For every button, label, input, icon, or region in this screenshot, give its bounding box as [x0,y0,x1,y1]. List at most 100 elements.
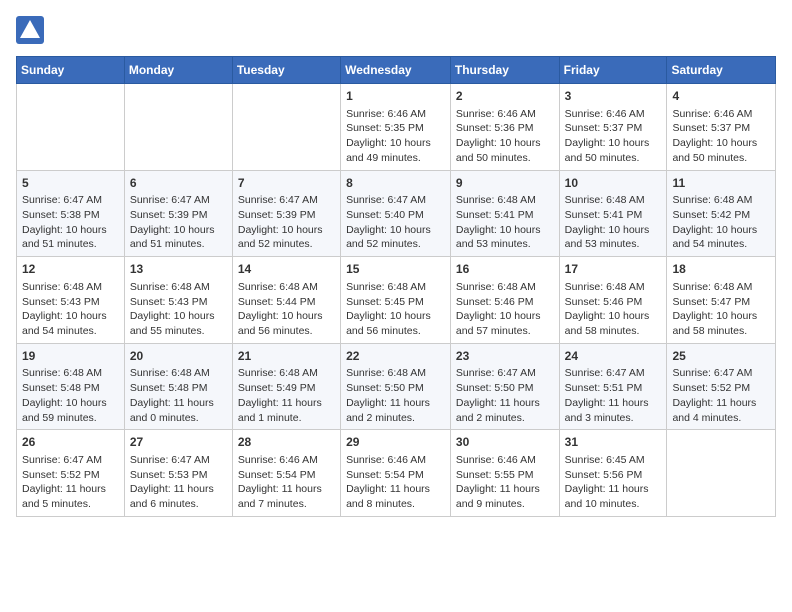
day-info: Sunrise: 6:48 AM Sunset: 5:48 PM Dayligh… [22,366,119,425]
table-row: 13 Sunrise: 6:48 AM Sunset: 5:43 PM Dayli… [124,257,232,344]
day-number: 27 [130,434,227,451]
day-number: 11 [672,175,770,192]
day-number: 6 [130,175,227,192]
day-info: Sunrise: 6:46 AM Sunset: 5:54 PM Dayligh… [346,453,445,512]
day-number: 20 [130,348,227,365]
day-number: 22 [346,348,445,365]
day-info: Sunrise: 6:48 AM Sunset: 5:43 PM Dayligh… [22,280,119,339]
day-info: Sunrise: 6:47 AM Sunset: 5:53 PM Dayligh… [130,453,227,512]
day-info: Sunrise: 6:47 AM Sunset: 5:52 PM Dayligh… [672,366,770,425]
day-info: Sunrise: 6:47 AM Sunset: 5:38 PM Dayligh… [22,193,119,252]
day-number: 23 [456,348,554,365]
table-row: 19Sunrise: 6:48 AM Sunset: 5:48 PM Dayli… [17,343,125,430]
day-number: 7 [238,175,335,192]
calendar-table: SundayMondayTuesdayWednesdayThursdayFrid… [16,56,776,517]
table-row [667,430,776,517]
day-info: Sunrise: 6:45 AM Sunset: 5:56 PM Dayligh… [565,453,662,512]
table-row: 7Sunrise: 6:47 AM Sunset: 5:39 PM Daylig… [232,170,340,257]
table-row: 2 Sunrise: 6:46 AM Sunset: 5:36 PM Daylig… [450,84,559,171]
day-info: Sunrise: 6:48 AM Sunset: 5:41 PM Dayligh… [456,193,554,252]
day-number: 16 [456,261,554,278]
day-number: 17 [565,261,662,278]
day-number: 10 [565,175,662,192]
table-row: 30 Sunrise: 6:46 AM Sunset: 5:55 PM Dayli… [450,430,559,517]
day-number: 8 [346,175,445,192]
day-info: Sunrise: 6:48 AM Sunset: 5:41 PM Dayligh… [565,193,662,252]
day-info: Sunrise: 6:46 AM Sunset: 5:37 PM Dayligh… [565,107,662,166]
day-info: Sunrise: 6:48 AM Sunset: 5:43 PM Dayligh… [130,280,227,339]
day-number: 1 [346,88,445,105]
day-info: Sunrise: 6:46 AM Sunset: 5:37 PM Dayligh… [672,107,770,166]
day-info: Sunrise: 6:48 AM Sunset: 5:45 PM Dayligh… [346,280,445,339]
day-info: Sunrise: 6:48 AM Sunset: 5:50 PM Dayligh… [346,366,445,425]
day-number: 31 [565,434,662,451]
page-header [16,16,776,44]
day-number: 9 [456,175,554,192]
day-info: Sunrise: 6:48 AM Sunset: 5:44 PM Dayligh… [238,280,335,339]
day-info: Sunrise: 6:48 AM Sunset: 5:48 PM Dayligh… [130,366,227,425]
table-row [232,84,340,171]
table-row: 5Sunrise: 6:47 AM Sunset: 5:38 PM Daylig… [17,170,125,257]
day-number: 14 [238,261,335,278]
table-row: 14 Sunrise: 6:48 AM Sunset: 5:44 PM Dayli… [232,257,340,344]
day-number: 26 [22,434,119,451]
table-row: 9Sunrise: 6:48 AM Sunset: 5:41 PM Daylig… [450,170,559,257]
day-number: 13 [130,261,227,278]
day-number: 29 [346,434,445,451]
table-row: 3 Sunrise: 6:46 AM Sunset: 5:37 PM Daylig… [559,84,667,171]
table-row: 18Sunrise: 6:48 AM Sunset: 5:47 PM Dayli… [667,257,776,344]
day-number: 24 [565,348,662,365]
table-row: 28 Sunrise: 6:46 AM Sunset: 5:54 PM Dayli… [232,430,340,517]
day-info: Sunrise: 6:47 AM Sunset: 5:40 PM Dayligh… [346,193,445,252]
table-row: 11Sunrise: 6:48 AM Sunset: 5:42 PM Dayli… [667,170,776,257]
col-header-thursday: Thursday [450,57,559,84]
table-row: 24Sunrise: 6:47 AM Sunset: 5:51 PM Dayli… [559,343,667,430]
table-row: 4 Sunrise: 6:46 AM Sunset: 5:37 PM Daylig… [667,84,776,171]
col-header-monday: Monday [124,57,232,84]
day-info: Sunrise: 6:47 AM Sunset: 5:50 PM Dayligh… [456,366,554,425]
table-row: 15 Sunrise: 6:48 AM Sunset: 5:45 PM Dayli… [341,257,451,344]
day-number: 30 [456,434,554,451]
table-row: 25Sunrise: 6:47 AM Sunset: 5:52 PM Dayli… [667,343,776,430]
table-row: 10Sunrise: 6:48 AM Sunset: 5:41 PM Dayli… [559,170,667,257]
day-number: 25 [672,348,770,365]
day-number: 18 [672,261,770,278]
day-info: Sunrise: 6:46 AM Sunset: 5:36 PM Dayligh… [456,107,554,166]
day-number: 28 [238,434,335,451]
table-row: 23Sunrise: 6:47 AM Sunset: 5:50 PM Dayli… [450,343,559,430]
table-row: 1Sunrise: 6:46 AM Sunset: 5:35 PM Daylig… [341,84,451,171]
day-info: Sunrise: 6:48 AM Sunset: 5:46 PM Dayligh… [565,280,662,339]
table-row: 31 Sunrise: 6:45 AM Sunset: 5:56 PM Dayli… [559,430,667,517]
day-number: 4 [672,88,770,105]
day-number: 2 [456,88,554,105]
col-header-wednesday: Wednesday [341,57,451,84]
day-number: 3 [565,88,662,105]
day-number: 21 [238,348,335,365]
day-info: Sunrise: 6:46 AM Sunset: 5:55 PM Dayligh… [456,453,554,512]
table-row [124,84,232,171]
table-row: 21Sunrise: 6:48 AM Sunset: 5:49 PM Dayli… [232,343,340,430]
table-row: 27 Sunrise: 6:47 AM Sunset: 5:53 PM Dayli… [124,430,232,517]
col-header-friday: Friday [559,57,667,84]
day-info: Sunrise: 6:47 AM Sunset: 5:39 PM Dayligh… [238,193,335,252]
day-number: 15 [346,261,445,278]
day-number: 19 [22,348,119,365]
day-info: Sunrise: 6:48 AM Sunset: 5:46 PM Dayligh… [456,280,554,339]
logo-icon [16,16,44,44]
day-number: 5 [22,175,119,192]
logo [16,16,48,44]
table-row: 22Sunrise: 6:48 AM Sunset: 5:50 PM Dayli… [341,343,451,430]
table-row [17,84,125,171]
table-row: 29 Sunrise: 6:46 AM Sunset: 5:54 PM Dayli… [341,430,451,517]
day-info: Sunrise: 6:47 AM Sunset: 5:51 PM Dayligh… [565,366,662,425]
table-row: 12Sunrise: 6:48 AM Sunset: 5:43 PM Dayli… [17,257,125,344]
col-header-sunday: Sunday [17,57,125,84]
table-row: 8Sunrise: 6:47 AM Sunset: 5:40 PM Daylig… [341,170,451,257]
table-row: 20Sunrise: 6:48 AM Sunset: 5:48 PM Dayli… [124,343,232,430]
day-info: Sunrise: 6:48 AM Sunset: 5:49 PM Dayligh… [238,366,335,425]
day-info: Sunrise: 6:47 AM Sunset: 5:52 PM Dayligh… [22,453,119,512]
table-row: 6Sunrise: 6:47 AM Sunset: 5:39 PM Daylig… [124,170,232,257]
day-info: Sunrise: 6:46 AM Sunset: 5:54 PM Dayligh… [238,453,335,512]
day-info: Sunrise: 6:48 AM Sunset: 5:42 PM Dayligh… [672,193,770,252]
col-header-tuesday: Tuesday [232,57,340,84]
